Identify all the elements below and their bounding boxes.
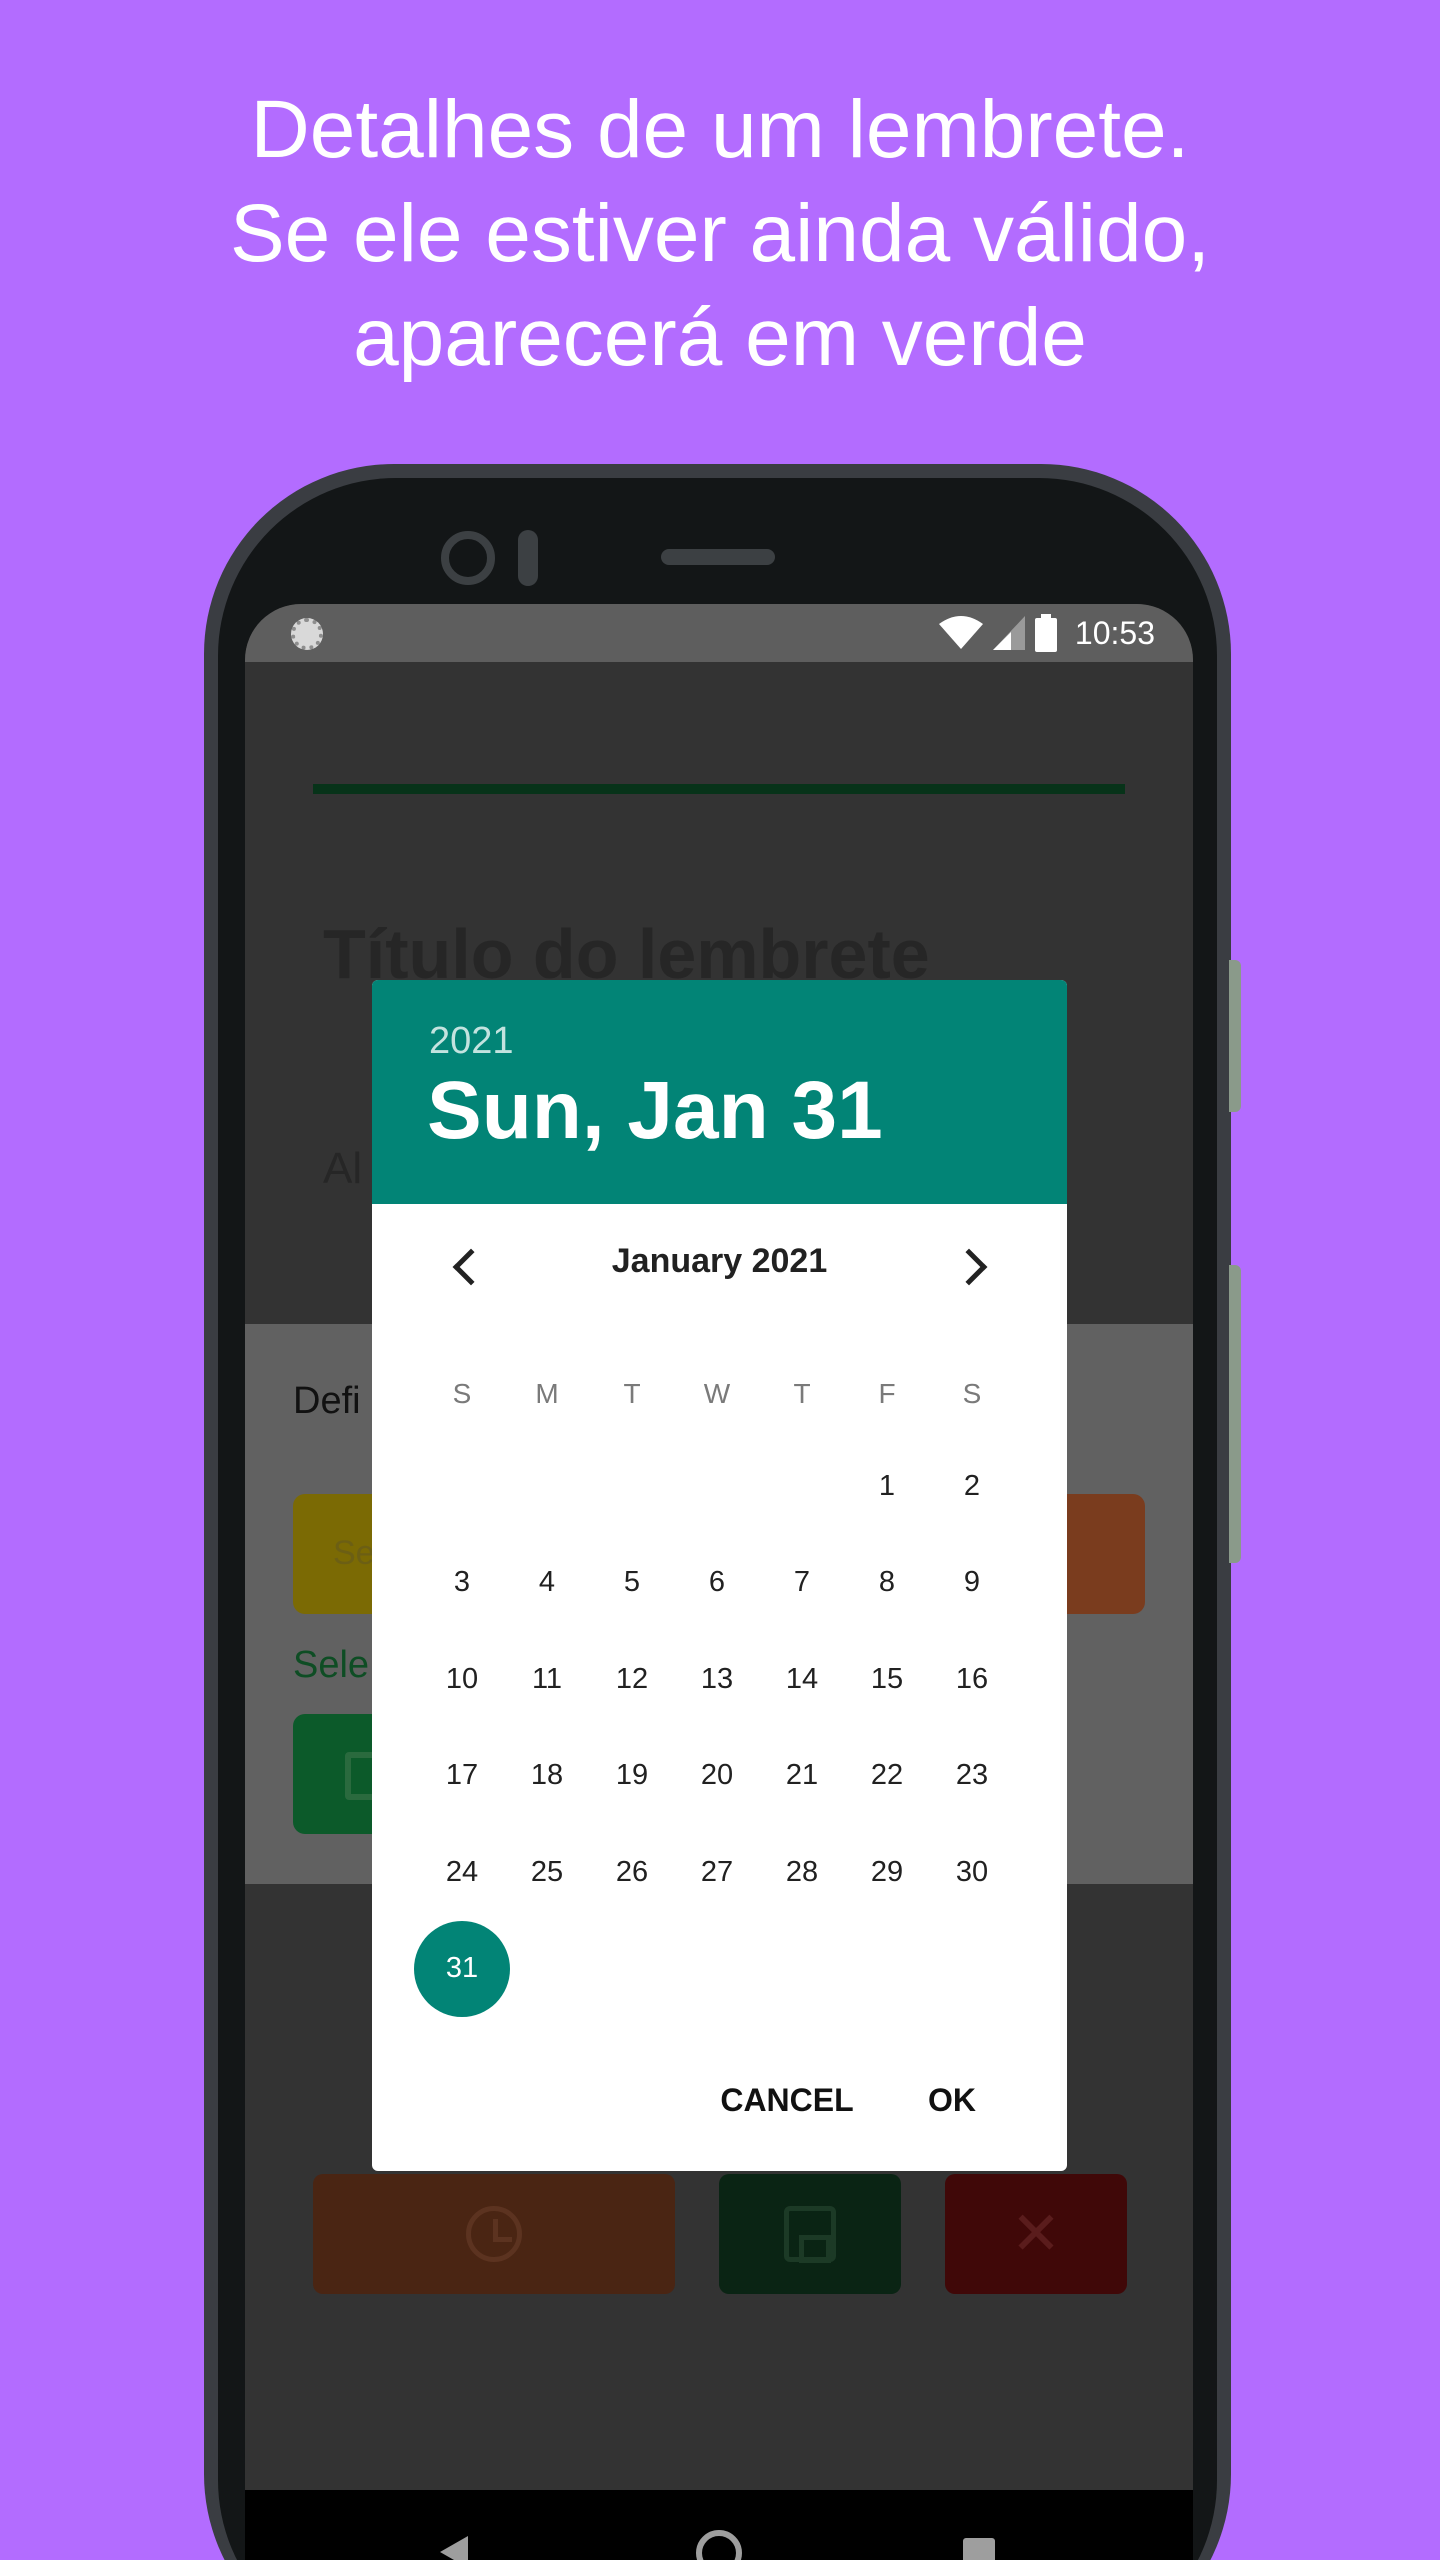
day-cell[interactable]: 13: [669, 1631, 765, 1727]
cancel-button[interactable]: CANCEL: [702, 2070, 872, 2130]
header-selected-date[interactable]: Sun, Jan 31: [427, 1064, 883, 1158]
day-cell[interactable]: 15: [839, 1631, 935, 1727]
day-cell[interactable]: 1: [839, 1438, 935, 1534]
day-cell[interactable]: 28: [754, 1824, 850, 1920]
day-cell[interactable]: 14: [754, 1631, 850, 1727]
month-navigation: January 2021: [372, 1234, 1067, 1298]
status-bar: 10:53: [245, 604, 1193, 662]
day-cell[interactable]: 4: [499, 1535, 595, 1631]
weekday-header: S: [962, 1378, 982, 1409]
day-cell[interactable]: 25: [499, 1824, 595, 1920]
save-button[interactable]: [719, 2174, 901, 2294]
day-cell[interactable]: 20: [669, 1728, 765, 1824]
select-label: Sele: [293, 1644, 370, 1686]
day-cell[interactable]: 18: [499, 1728, 595, 1824]
header-year[interactable]: 2021: [429, 1020, 514, 1063]
day-cell[interactable]: 2: [924, 1438, 1020, 1534]
day-cell[interactable]: 19: [584, 1728, 680, 1824]
status-time: 10:53: [1074, 614, 1155, 651]
notification-dot-icon: [291, 618, 323, 650]
date-picker-header: 2021 Sun, Jan 31: [372, 980, 1067, 1204]
power-button: [1229, 960, 1241, 1112]
caption-line-2: Se ele estiver ainda válido,: [229, 188, 1211, 279]
ok-button[interactable]: OK: [902, 2070, 1002, 2130]
day-cell[interactable]: 7: [754, 1535, 850, 1631]
day-cell[interactable]: 23: [924, 1728, 1020, 1824]
yellow-option-label: Se: [333, 1534, 375, 1572]
day-cell[interactable]: 11: [499, 1631, 595, 1727]
weekday-header: F: [878, 1378, 896, 1409]
day-cell[interactable]: 22: [839, 1728, 935, 1824]
status-icons: 10:53: [938, 612, 1155, 654]
wifi-icon: [938, 616, 983, 649]
day-cell[interactable]: 9: [924, 1535, 1020, 1631]
day-cell[interactable]: 3: [414, 1535, 510, 1631]
sensor: [518, 530, 538, 586]
day-cell[interactable]: 27: [669, 1824, 765, 1920]
day-cell[interactable]: 21: [754, 1728, 850, 1824]
day-cell[interactable]: 5: [584, 1535, 680, 1631]
day-cell[interactable]: 10: [414, 1631, 510, 1727]
reminder-subtitle: Al: [323, 1144, 363, 1193]
day-cell[interactable]: 26: [584, 1824, 680, 1920]
weekday-header: S: [452, 1378, 472, 1409]
day-cell[interactable]: 8: [839, 1535, 935, 1631]
weekday-header: T: [623, 1378, 641, 1409]
promo-caption: Detalhes de um lembrete. Se ele estiver …: [0, 78, 1440, 390]
day-cell-selected[interactable]: 31: [414, 1920, 510, 2017]
navigation-bar: [245, 2490, 1193, 2560]
save-icon: [784, 2206, 836, 2263]
weekday-header: W: [703, 1378, 731, 1409]
home-icon[interactable]: [696, 2530, 742, 2560]
weekday-header: M: [535, 1378, 559, 1409]
caption-line-1: Detalhes de um lembrete.: [250, 84, 1190, 175]
volume-button: [1229, 1265, 1241, 1563]
front-camera: [441, 531, 495, 585]
caption-line-3: aparecerá em verde: [353, 292, 1087, 383]
recents-icon[interactable]: [963, 2538, 995, 2560]
earpiece-speaker: [661, 549, 775, 565]
signal-icon: [992, 616, 1025, 650]
weekday-header: T: [793, 1378, 811, 1409]
clock-icon: [466, 2206, 522, 2262]
day-cell[interactable]: 30: [924, 1824, 1020, 1920]
delete-button[interactable]: ✕: [945, 2174, 1127, 2294]
day-cell[interactable]: 12: [584, 1631, 680, 1727]
day-cell[interactable]: 17: [414, 1728, 510, 1824]
battery-icon: [1034, 614, 1057, 652]
day-cell[interactable]: 6: [669, 1535, 765, 1631]
day-cell[interactable]: 24: [414, 1824, 510, 1920]
validity-indicator-line: [313, 784, 1125, 794]
back-icon[interactable]: [440, 2536, 468, 2560]
close-icon: ✕: [1010, 2200, 1062, 2267]
define-label: Defi: [293, 1380, 361, 1422]
day-cell[interactable]: 16: [924, 1631, 1020, 1727]
day-cell[interactable]: 29: [839, 1824, 935, 1920]
set-time-button[interactable]: [313, 2174, 675, 2294]
date-picker-dialog: 2021 Sun, Jan 31 January 2021 SMTWTFS123…: [372, 980, 1067, 2171]
